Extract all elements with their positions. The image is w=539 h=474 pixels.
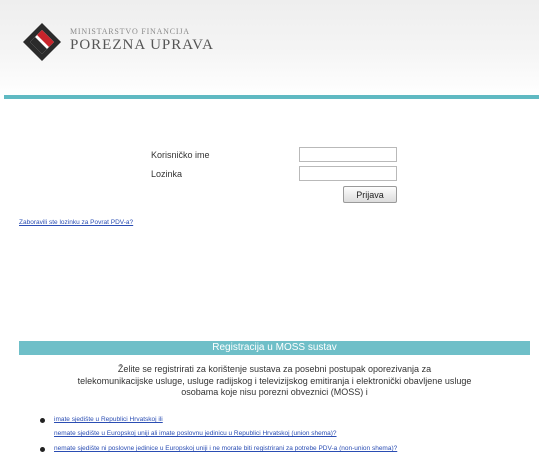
bullet-icon [40,447,45,452]
moss-description: Želite se registrirati za korištenje sus… [19,364,530,399]
moss-option-link[interactable]: nemate sjedište u Europskoj uniji ali im… [54,430,337,437]
moss-option-link[interactable]: imate sjedište u Republici Hrvatskoj ili [54,416,163,423]
password-input[interactable] [299,166,397,181]
ministry-name: MINISTARSTVO FINANCIJA [70,27,190,36]
bullet-icon [40,418,45,423]
site-header: MINISTARSTVO FINANCIJA POREZNA UPRAVA [0,0,539,96]
login-button[interactable]: Prijava [343,186,397,203]
username-input[interactable] [299,147,397,162]
password-label: Lozinka [151,169,183,179]
forgot-password-link[interactable]: Zaboravili ste lozinku za Povrat PDV-a? [19,219,133,226]
moss-section-title: Registracija u MOSS sustav [19,341,530,355]
agency-name: POREZNA UPRAVA [70,37,214,53]
porezna-uprava-logo-icon [23,23,61,61]
moss-description-line: osobama koje nisu porezni obveznici (MOS… [181,387,368,397]
moss-option-link[interactable]: nemate sjedište ni poslovne jedinice u E… [54,445,397,452]
username-label: Korisničko ime [151,150,210,160]
header-divider [4,95,539,99]
moss-description-line: Želite se registrirati za korištenje sus… [117,364,432,374]
moss-description-line: telekomunikacijske usluge, usluge radijs… [77,375,472,386]
